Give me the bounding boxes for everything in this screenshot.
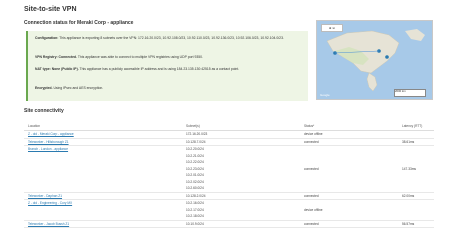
location-cell: Branch - London - appliance bbox=[24, 145, 182, 193]
location-link[interactable]: Z - old - Meraki Corp - appliance bbox=[28, 131, 178, 138]
connection-status-text: device offline bbox=[304, 132, 323, 136]
latency-cell: 56.57ms bbox=[398, 220, 434, 228]
location-cell: Z - old - Meraki Corp - appliance bbox=[24, 130, 182, 139]
configuration-label: Configuration: bbox=[35, 36, 59, 40]
table-row: Teleworker - Daphan Z1 10.128.2.0/24 conne… bbox=[24, 192, 434, 200]
map-scale: 2000 km bbox=[394, 89, 426, 97]
table-body: Z - old - Meraki Corp - appliance 172.16.… bbox=[24, 130, 434, 228]
status-cell: connected bbox=[300, 192, 398, 200]
vpn-registry-status: VPN Registry: Connected. This appliance … bbox=[35, 55, 303, 60]
location-link[interactable]: Z - old - Engineering - Cory MX bbox=[28, 200, 178, 207]
location-link[interactable]: Teleworker - Jacob Bussh Z1 bbox=[28, 221, 178, 228]
status-cell: connected bbox=[300, 220, 398, 228]
subnet-value: 10.128.7.0/24 bbox=[186, 139, 206, 144]
subnets-cell: 10.2.16.0/24 10.2.17.0/24 10.2.18.0/24 bbox=[182, 199, 300, 221]
latency-value: 147.33ms bbox=[402, 166, 416, 171]
connection-status-heading: Connection status for Meraki Corp - appl… bbox=[24, 20, 134, 26]
connection-status-box: Configuration: This appliance is exporti… bbox=[26, 31, 308, 101]
encryption-text: Using IPsec and AES encryption. bbox=[53, 86, 104, 90]
column-header-status[interactable]: Status* bbox=[300, 122, 398, 131]
vpn-map[interactable]: ⊕ ⊖ Google 2000 km bbox=[316, 20, 433, 100]
location-cell: Teleworker - Hillsborough Z1 bbox=[24, 138, 182, 146]
site-connectivity-heading: Site connectivity bbox=[24, 108, 64, 114]
latency-value bbox=[402, 131, 430, 138]
latency-value bbox=[402, 207, 430, 214]
configuration-status: Configuration: This appliance is exporti… bbox=[35, 36, 303, 41]
subnets-cell: 10.10.9.0/24 bbox=[182, 220, 300, 228]
subnets-cell: 10.2.20.0/24 10.2.21.0/24 10.2.22.0/24 10.2… bbox=[182, 145, 300, 193]
location-cell: Teleworker - Daphan Z1 bbox=[24, 192, 182, 200]
latency-cell: 62.00ms bbox=[398, 192, 434, 200]
connection-status-text: connected bbox=[304, 166, 319, 171]
connection-status-text: connected bbox=[304, 193, 319, 198]
encryption-status: Encrypted. Using IPsec and AES encryptio… bbox=[35, 86, 303, 91]
latency-value: 38.61ms bbox=[402, 139, 415, 144]
vpn-registry-label: VPN Registry: Connected. bbox=[35, 55, 78, 59]
location-link[interactable]: Teleworker - Daphan Z1 bbox=[28, 193, 178, 200]
column-header-subnets[interactable]: Subnet(s) bbox=[182, 122, 300, 131]
status-cell: device offline bbox=[300, 130, 398, 139]
configuration-text: This appliance is exporting 8 subnets ov… bbox=[59, 36, 284, 40]
status-cell: device offline bbox=[300, 199, 398, 221]
connection-status-text: connected bbox=[304, 221, 319, 226]
subnet-value: 172.16.20.0/23 bbox=[186, 132, 208, 136]
table-row: Z - old - Meraki Corp - appliance 172.16.… bbox=[24, 130, 434, 139]
nat-type-text: This appliance has a publicly accessible… bbox=[79, 67, 240, 71]
latency-value: 56.57ms bbox=[402, 221, 415, 226]
vpn-registry-text: This appliance was able to connect to mu… bbox=[77, 55, 203, 59]
column-header-location[interactable]: Location bbox=[24, 122, 182, 131]
latency-cell bbox=[398, 199, 434, 221]
subnet-value: 10.10.9.0/24 bbox=[186, 221, 204, 226]
location-link[interactable]: Branch - London - appliance bbox=[28, 146, 178, 153]
table-row: Z - old - Engineering - Cory MX 10.2.16.0… bbox=[24, 199, 434, 221]
location-link[interactable]: Teleworker - Hillsborough Z1 bbox=[28, 139, 178, 146]
column-header-latency[interactable]: Latency (RTT) bbox=[398, 122, 434, 131]
latency-value: 62.00ms bbox=[402, 193, 415, 198]
map-land-shapes bbox=[317, 21, 432, 99]
map-zoom-controls[interactable]: ⊕ ⊖ bbox=[321, 24, 343, 32]
subnet-value: 10.128.2.0/24 bbox=[186, 193, 206, 198]
location-cell: Z - old - Engineering - Cory MX bbox=[24, 199, 182, 221]
latency-cell: 38.61ms bbox=[398, 138, 434, 146]
table-row: Teleworker - Jacob Bussh Z1 10.10.9.0/24 c… bbox=[24, 220, 434, 228]
site-to-site-vpn-page: Site-to-site VPN Connection status for M… bbox=[0, 0, 451, 246]
table-row: Teleworker - Hillsborough Z1 10.128.7.0/2… bbox=[24, 138, 434, 146]
encryption-label: Encrypted. bbox=[35, 86, 53, 90]
page-title: Site-to-site VPN bbox=[24, 6, 77, 13]
subnets-cell: 172.16.20.0/23 bbox=[182, 130, 300, 139]
site-connectivity-table: Location Subnet(s) Status* Latency (RTT)… bbox=[24, 122, 434, 228]
status-cell: connected bbox=[300, 138, 398, 146]
connection-status-text: connected bbox=[304, 139, 319, 144]
nat-type-status: NAT type: None (Public IP). This applian… bbox=[35, 67, 303, 72]
latency-cell: 147.33ms bbox=[398, 145, 434, 193]
nat-type-label: NAT type: None (Public IP). bbox=[35, 67, 79, 71]
table-header-row: Location Subnet(s) Status* Latency (RTT) bbox=[24, 122, 434, 131]
latency-cell bbox=[398, 130, 434, 139]
status-cell: connected bbox=[300, 145, 398, 193]
location-cell: Teleworker - Jacob Bussh Z1 bbox=[24, 220, 182, 228]
subnets-cell: 10.128.2.0/24 bbox=[182, 192, 300, 200]
map-copyright: Google bbox=[320, 93, 330, 97]
subnet-value: 10.2.18.0/24 bbox=[186, 214, 204, 218]
table-row: Branch - London - appliance 10.2.20.0/24 1… bbox=[24, 145, 434, 193]
subnets-cell: 10.128.7.0/24 bbox=[182, 138, 300, 146]
subnet-value: 10.2.60.0/24 bbox=[186, 186, 204, 190]
connection-status-text: device offline bbox=[304, 207, 323, 212]
